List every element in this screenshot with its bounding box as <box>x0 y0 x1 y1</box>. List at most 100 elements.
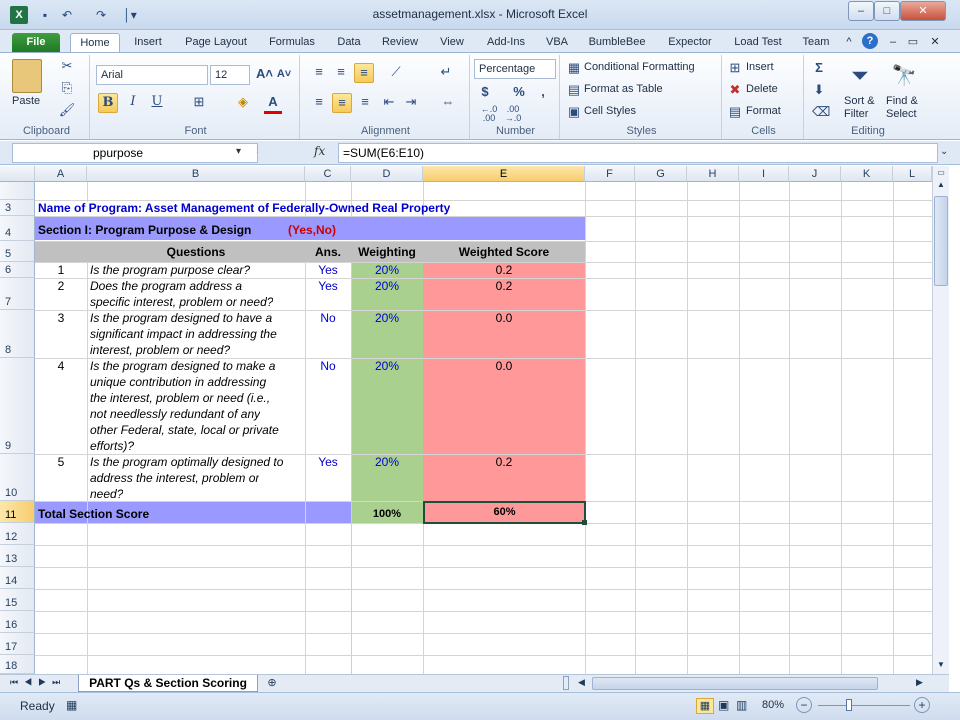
row-header[interactable]: 16 <box>0 611 35 633</box>
question-text-line[interactable]: efforts)? <box>90 438 134 454</box>
italic-button[interactable]: I <box>124 93 142 111</box>
percent-button[interactable]: % <box>512 83 526 101</box>
tab-add-ins[interactable]: Add-Ins <box>480 33 532 52</box>
help-icon[interactable]: ? <box>862 33 878 49</box>
format-as-table-button[interactable]: Format as Table <box>584 83 663 95</box>
row-header[interactable]: 6 <box>0 262 35 278</box>
sort-filter-icon[interactable]: ⏷ <box>846 59 874 93</box>
total-score-cell-selected[interactable]: 60% <box>423 501 586 524</box>
weight-cell[interactable]: 20% <box>351 310 423 326</box>
zoom-slider-track[interactable] <box>818 705 910 706</box>
column-header-a[interactable]: A <box>35 166 87 182</box>
cut-icon[interactable]: ✂ <box>58 57 76 75</box>
font-color-icon[interactable]: A <box>264 93 282 114</box>
tab-team[interactable]: Team <box>796 33 836 52</box>
question-text-line[interactable]: Does the program address a <box>90 278 242 294</box>
find-select-label[interactable]: Find & <box>886 95 918 107</box>
tab-page-layout[interactable]: Page Layout <box>178 33 254 52</box>
doc-close-icon[interactable]: ✕ <box>928 33 942 52</box>
tab-home[interactable]: Home <box>70 33 120 52</box>
column-header-l[interactable]: L <box>893 166 932 182</box>
column-header-f[interactable]: F <box>585 166 635 182</box>
fill-color-icon[interactable]: ◈ <box>232 93 254 111</box>
sheet-nav-icons[interactable]: ⏮◀▶⏭ <box>10 677 66 688</box>
score-cell[interactable]: 0.0 <box>423 358 585 374</box>
total-label-cell[interactable]: Total Section Score <box>38 507 149 521</box>
align-bottom-icon[interactable]: ≡ <box>354 63 374 83</box>
item-number-cell[interactable]: 2 <box>35 278 87 294</box>
format-painter-icon[interactable]: 🖌 <box>58 101 76 119</box>
comma-button[interactable]: , <box>536 83 550 101</box>
question-text-line[interactable]: specific interest, problem or need? <box>90 294 273 310</box>
borders-icon[interactable]: ⊞ <box>188 93 210 111</box>
question-text-line[interactable]: other Federal, state, local or private <box>90 422 279 438</box>
answer-cell[interactable]: Yes <box>305 454 351 470</box>
item-number-cell[interactable]: 3 <box>35 310 87 326</box>
insert-cells-button[interactable]: Insert <box>746 61 774 73</box>
scroll-down-icon[interactable]: ▼ <box>935 660 947 672</box>
normal-view-icon[interactable]: ▦ <box>696 698 714 714</box>
bold-button[interactable]: B <box>98 93 118 113</box>
vertical-scrollbar[interactable]: ▭ ▲ ▼ <box>932 166 949 674</box>
answer-cell[interactable]: No <box>305 310 351 326</box>
row-header[interactable]: 17 <box>0 633 35 655</box>
scroll-right-icon[interactable]: ▶ <box>916 677 923 688</box>
autosum-icon[interactable]: Σ <box>812 59 826 77</box>
orientation-icon[interactable]: ⟋ <box>384 63 408 81</box>
question-text-line[interactable]: significant impact in addressing the <box>90 326 277 342</box>
name-box[interactable]: ppurpose <box>12 143 258 163</box>
align-middle-icon[interactable]: ≡ <box>332 63 350 81</box>
currency-button[interactable]: $ <box>478 83 492 101</box>
column-header-j[interactable]: J <box>789 166 841 182</box>
fill-handle[interactable] <box>582 520 587 525</box>
scroll-up-icon[interactable]: ▲ <box>935 180 947 192</box>
find-select-icon[interactable]: 🔭 <box>890 59 918 93</box>
row-header[interactable]: 9 <box>0 358 35 454</box>
row-header[interactable]: 10 <box>0 454 35 501</box>
score-cell[interactable]: 0.2 <box>423 454 585 470</box>
increase-decimal-icon[interactable]: ←.0 .00 <box>478 105 500 123</box>
doc-minimize-icon[interactable]: – <box>886 33 900 52</box>
tab-insert[interactable]: Insert <box>126 33 170 52</box>
questions-header[interactable]: Questions <box>87 245 305 259</box>
column-header-i[interactable]: I <box>739 166 789 182</box>
scroll-left-icon[interactable]: ◀ <box>578 677 585 688</box>
tab-split-handle[interactable] <box>563 676 569 690</box>
score-cell[interactable]: 0.0 <box>423 310 585 326</box>
weight-cell[interactable]: 20% <box>351 358 423 374</box>
row-header[interactable]: 12 <box>0 523 35 545</box>
question-text-line[interactable]: Is the program purpose clear? <box>90 262 250 278</box>
question-text-line[interactable]: Is the program optimally designed to <box>90 454 283 470</box>
fill-icon[interactable]: ⬇ <box>812 81 826 99</box>
question-text-line[interactable]: not needlessly redundant of any <box>90 406 260 422</box>
weighted-score-header[interactable]: Weighted Score <box>423 245 585 259</box>
merge-center-icon[interactable]: ⇔ <box>436 93 460 111</box>
item-number-cell[interactable]: 4 <box>35 358 87 374</box>
formula-input[interactable]: =SUM(E6:E10) <box>338 143 938 163</box>
section-title-cell[interactable]: Section I: Program Purpose & Design <box>38 223 251 237</box>
name-box-dropdown-icon[interactable]: ▾ <box>236 146 241 157</box>
tab-view[interactable]: View <box>432 33 472 52</box>
font-size-combo[interactable]: 12 <box>210 65 250 85</box>
tab-expector[interactable]: Expector <box>660 33 720 52</box>
column-header-k[interactable]: K <box>841 166 893 182</box>
zoom-level[interactable]: 80% <box>762 699 784 711</box>
filter-label[interactable]: Filter <box>844 108 868 120</box>
row-header[interactable]: 8 <box>0 310 35 358</box>
tab-data[interactable]: Data <box>330 33 368 52</box>
minimize-ribbon-icon[interactable]: ^ <box>842 33 856 52</box>
answer-cell[interactable]: Yes <box>305 278 351 294</box>
sheet-tab-active[interactable]: PART Qs & Section Scoring <box>78 675 258 692</box>
tab-vba[interactable]: VBA <box>540 33 574 52</box>
question-text-line[interactable]: Is the program designed to make a <box>90 358 275 374</box>
cell-styles-button[interactable]: Cell Styles <box>584 105 636 117</box>
worksheet-grid[interactable]: A B C D E F G H I J K L 3 4 5 6 7 8 9 10… <box>0 166 932 674</box>
row-header[interactable]: 3 <box>0 200 35 216</box>
item-number-cell[interactable]: 1 <box>35 262 87 278</box>
question-text-line[interactable]: unique contribution in addressing <box>90 374 266 390</box>
row-header[interactable]: 18 <box>0 655 35 674</box>
page-layout-view-icon[interactable]: ▣ <box>718 698 729 712</box>
weight-cell[interactable]: 20% <box>351 454 423 470</box>
question-text-line[interactable]: address the interest, problem or <box>90 470 259 486</box>
grow-font-icon[interactable]: A˄ <box>256 65 273 83</box>
